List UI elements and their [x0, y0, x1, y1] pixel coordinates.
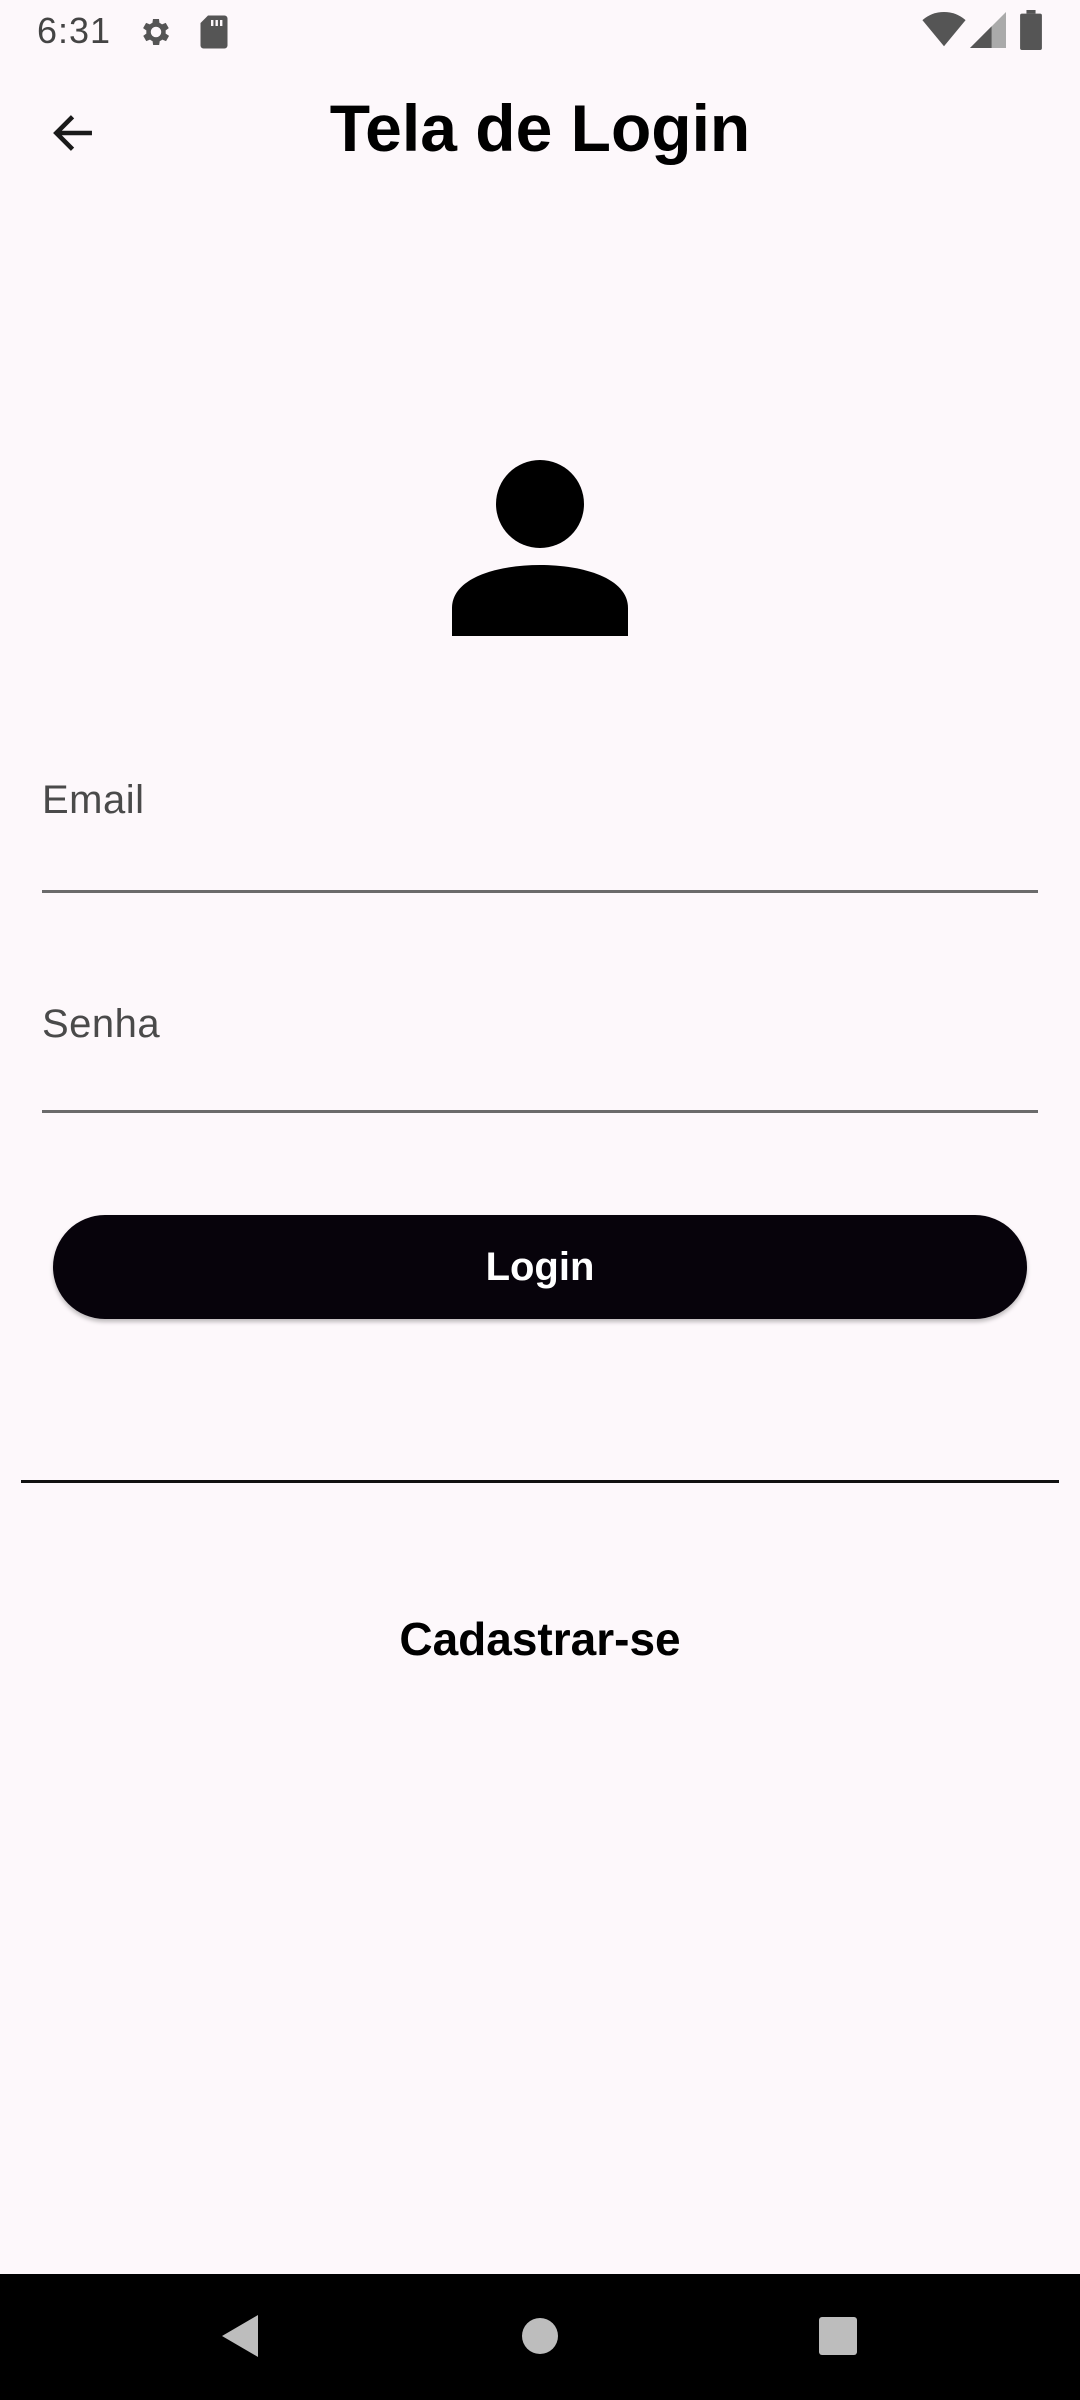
email-field[interactable]: Email: [42, 764, 1038, 893]
wifi-icon: [922, 12, 966, 53]
cell-signal-icon: [970, 12, 1006, 53]
app-bar: Tela de Login: [0, 62, 1080, 210]
battery-icon: [1020, 10, 1042, 55]
register-button[interactable]: Cadastrar-se: [0, 1612, 1080, 1666]
status-bar: 6:31: [0, 0, 1080, 62]
password-label: Senha: [42, 1002, 161, 1046]
divider: [21, 1480, 1059, 1483]
system-nav-bar: [0, 2274, 1080, 2400]
nav-back-icon: [218, 2313, 262, 2364]
nav-back-button[interactable]: [200, 2298, 280, 2378]
settings-icon: [138, 14, 174, 55]
nav-recents-icon: [818, 2316, 858, 2361]
nav-home-icon: [520, 2316, 560, 2361]
login-button[interactable]: Login: [53, 1215, 1027, 1319]
register-label: Cadastrar-se: [399, 1613, 681, 1665]
login-button-label: Login: [485, 1244, 595, 1289]
sd-card-icon: [198, 14, 230, 55]
status-time: 6:31: [37, 10, 112, 51]
nav-recents-button[interactable]: [798, 2298, 878, 2378]
email-label: Email: [42, 778, 145, 822]
nav-home-button[interactable]: [500, 2298, 580, 2378]
page-title: Tela de Login: [329, 91, 751, 165]
password-field[interactable]: Senha: [42, 984, 1038, 1113]
person-icon: [452, 460, 628, 636]
